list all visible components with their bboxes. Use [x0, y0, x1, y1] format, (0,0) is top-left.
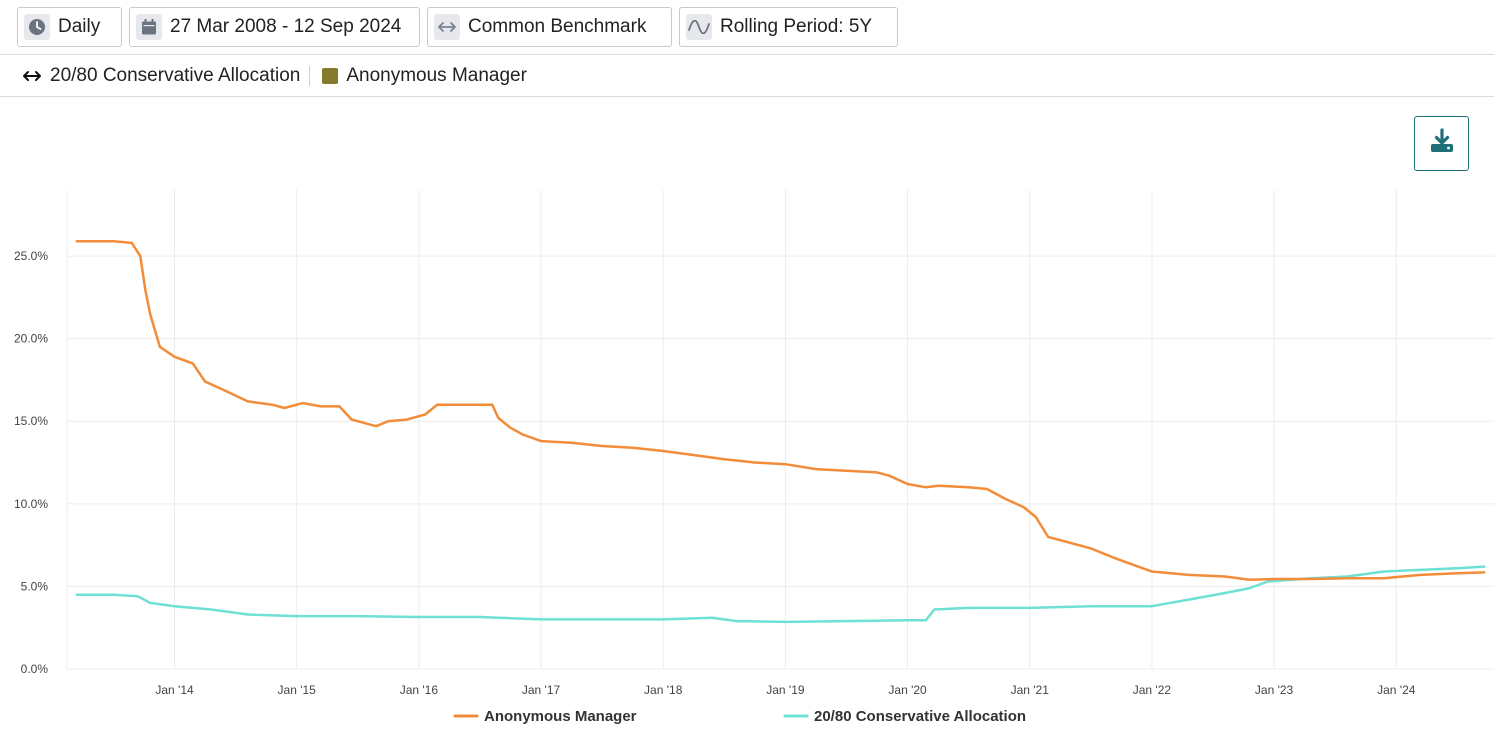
- legend-label: 20/80 Conservative Allocation: [814, 708, 1026, 725]
- rolling-return-chart: 0.0%5.0%10.0%15.0%20.0%25.0% Jan '14 Jan …: [14, 190, 1494, 725]
- rolling-period-label: Rolling Period: 5Y: [720, 16, 873, 37]
- y-tick-label: 10.0%: [14, 497, 48, 511]
- rolling-period-button[interactable]: Rolling Period: 5Y: [679, 7, 898, 47]
- legend-label: Anonymous Manager: [484, 708, 637, 725]
- x-tick-label: Jan '19: [766, 683, 805, 697]
- frequency-label: Daily: [58, 16, 101, 37]
- y-tick-label: 25.0%: [14, 249, 48, 263]
- download-button[interactable]: [1414, 116, 1469, 171]
- clock-icon: [24, 14, 50, 40]
- calendar-icon: [136, 14, 162, 40]
- legend-item-benchmark[interactable]: 20/80 Conservative Allocation: [783, 708, 1026, 725]
- benchmark-label: Common Benchmark: [468, 16, 647, 37]
- x-tick-label: Jan '22: [1133, 683, 1172, 697]
- x-tick-label: Jan '17: [522, 683, 561, 697]
- y-axis: 0.0% 5.0% 10.0% 15.0% 20.0% 25.0%: [14, 249, 48, 676]
- y-tick-label: 15.0%: [14, 414, 48, 428]
- x-tick-label: Jan '16: [400, 683, 439, 697]
- frequency-button[interactable]: Daily: [17, 7, 122, 47]
- series-lines: [75, 239, 1486, 624]
- series-line-manager: [75, 239, 1486, 582]
- x-axis: Jan '14 Jan '15 Jan '16 Jan '17 Jan '18 Jan '…: [155, 683, 1415, 697]
- wave-icon: [686, 14, 712, 40]
- benchmark-series-name: 20/80 Conservative Allocation: [50, 65, 301, 86]
- legend-item-manager[interactable]: Anonymous Manager: [453, 708, 637, 725]
- download-icon: [1428, 127, 1456, 160]
- x-tick-label: Jan '14: [155, 683, 194, 697]
- date-range-label: 27 Mar 2008 - 12 Sep 2024: [170, 16, 402, 37]
- benchmark-button[interactable]: Common Benchmark: [427, 7, 672, 47]
- x-tick-label: Jan '15: [278, 683, 317, 697]
- y-tick-label: 20.0%: [14, 332, 48, 346]
- y-tick-label: 5.0%: [21, 579, 49, 593]
- series-line-benchmark: [75, 565, 1486, 624]
- double-arrow-icon: [22, 69, 44, 83]
- date-range-button[interactable]: 27 Mar 2008 - 12 Sep 2024: [129, 7, 420, 47]
- toolbar: Daily 27 Mar 2008 - 12 Sep 2024 Common B…: [0, 0, 1494, 55]
- legend-divider: [309, 66, 311, 86]
- manager-series-name: Anonymous Manager: [346, 65, 527, 86]
- chart-legend[interactable]: Anonymous Manager 20/80 Conservative Allo…: [453, 708, 1026, 725]
- y-tick-label: 0.0%: [21, 662, 49, 676]
- x-tick-label: Jan '20: [888, 683, 927, 697]
- horizontal-arrows-icon: [434, 14, 460, 40]
- manager-color-swatch: [322, 68, 339, 84]
- x-tick-label: Jan '18: [644, 683, 683, 697]
- series-legend-bar: 20/80 Conservative Allocation Anonymous …: [0, 56, 1494, 97]
- x-tick-label: Jan '23: [1255, 683, 1294, 697]
- x-tick-label: Jan '24: [1377, 683, 1416, 697]
- x-tick-label: Jan '21: [1011, 683, 1050, 697]
- grid-lines: [66, 190, 1494, 670]
